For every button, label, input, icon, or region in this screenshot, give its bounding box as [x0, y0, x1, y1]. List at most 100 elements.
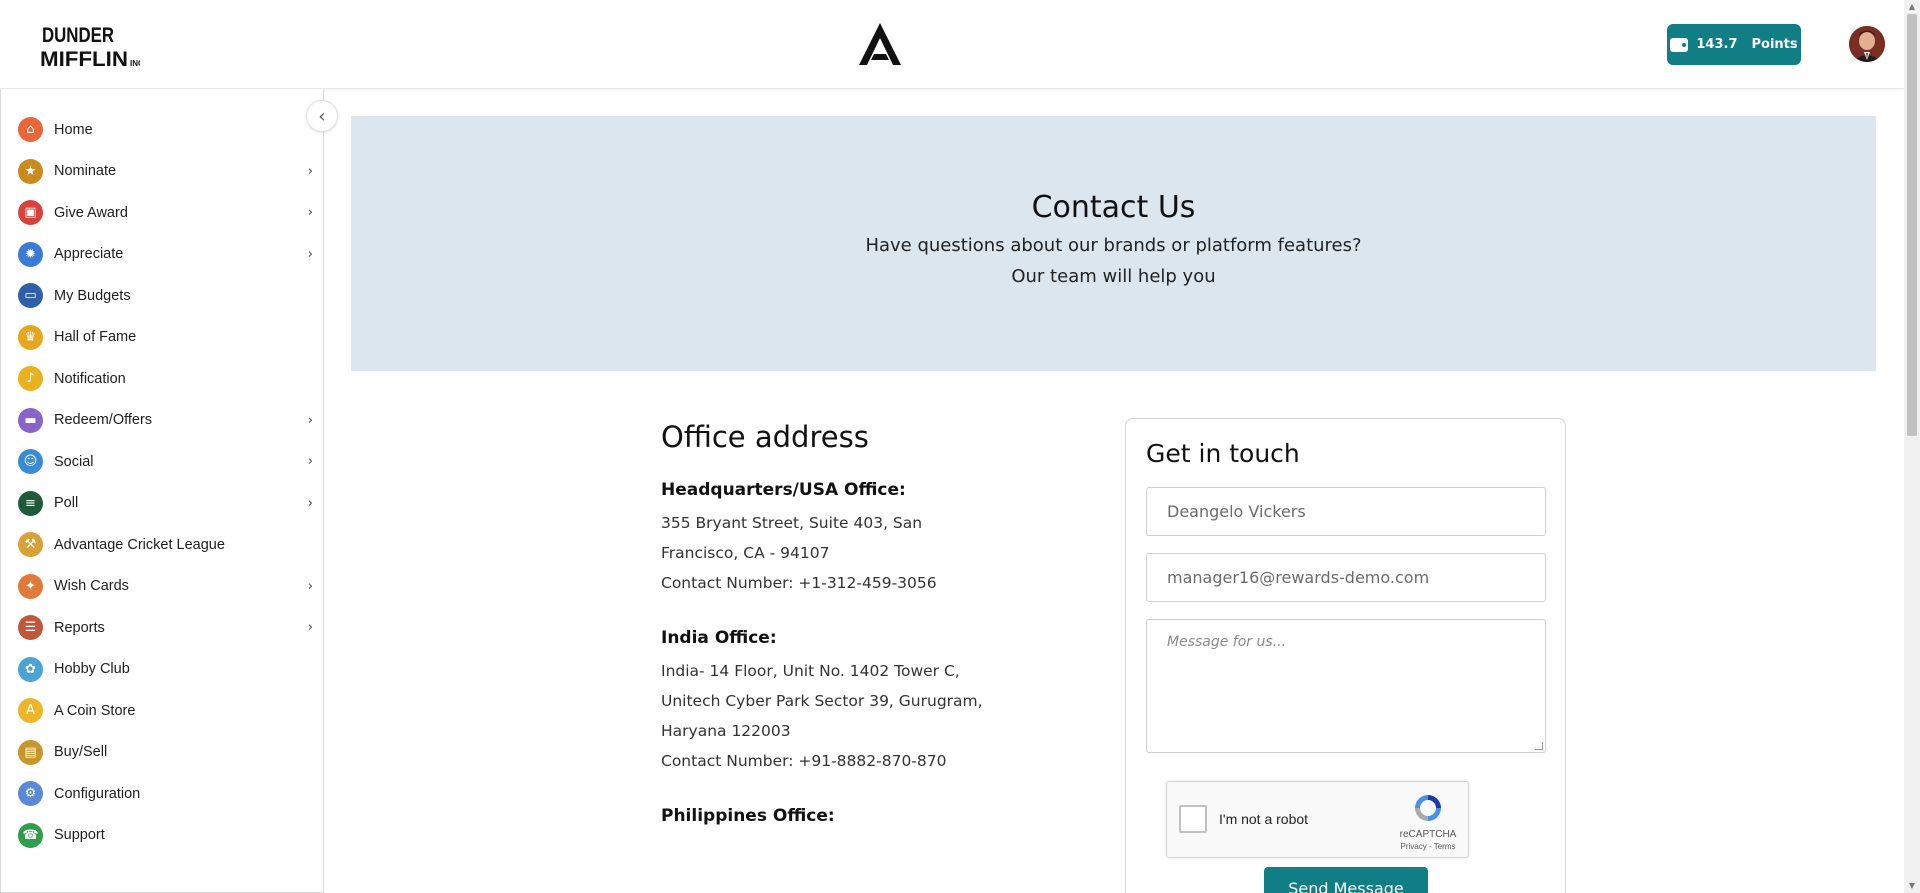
scroll-up-arrow-icon[interactable]: ▲ — [1904, 0, 1920, 14]
party-icon: ✦ — [18, 573, 43, 599]
chevron-right-icon[interactable]: › — [308, 454, 313, 469]
phone-icon: ☎ — [18, 822, 43, 848]
svg-text:MIFFLIN: MIFFLIN — [40, 48, 128, 71]
email-input[interactable]: manager16@rewards-demo.com — [1146, 553, 1546, 602]
hq-address-line1: 355 Bryant Street, Suite 403, San — [661, 514, 923, 532]
resize-handle-icon[interactable] — [1535, 742, 1543, 750]
sidebar-item-label: Configuration — [54, 785, 141, 802]
sidebar-item-hall-of-fame[interactable]: ♛ Hall of Fame — [1, 317, 323, 359]
advantage-logo[interactable] — [856, 20, 904, 68]
sidebar-item-advantage-cricket-league[interactable]: ⚒ Advantage Cricket League — [1, 524, 323, 566]
scroll-down-arrow-icon[interactable]: ▼ — [1904, 879, 1920, 893]
recaptcha-label: I'm not a robot — [1219, 811, 1309, 827]
points-balance-button[interactable]: 143.7 Points — [1667, 24, 1801, 65]
sidebar-item-a-coin-store[interactable]: A A Coin Store — [1, 690, 323, 732]
svg-text:DUNDER: DUNDER — [42, 24, 114, 47]
sidebar-item-label: Buy/Sell — [54, 744, 108, 761]
social-icon: ☺ — [18, 449, 43, 475]
banner-subtitle-line1: Have questions about our brands or platf… — [865, 235, 1362, 256]
get-in-touch-title: Get in touch — [1146, 439, 1300, 468]
sidebar-item-label: Poll — [54, 495, 79, 512]
recaptcha-checkbox[interactable] — [1179, 805, 1207, 833]
contact-banner: Contact Us Have questions about our bran… — [351, 116, 1876, 371]
gift-icon: ▣ — [18, 200, 43, 226]
india-address-line2: Unitech Cyber Park Sector 39, Gurugram, — [661, 692, 983, 710]
chevron-right-icon[interactable]: › — [308, 496, 313, 511]
sidebar-item-hobby-club[interactable]: ✿ Hobby Club — [1, 649, 323, 691]
india-contact-number: Contact Number: +91-8882-870-870 — [661, 752, 947, 770]
sidebar-item-label: Notification — [54, 370, 126, 387]
message-textarea[interactable]: Message for us... — [1146, 619, 1546, 753]
sidebar-item-label: Reports — [54, 619, 105, 636]
bell-icon: ♪ — [18, 366, 43, 392]
wallet-icon — [1670, 37, 1689, 52]
cricket-icon: ⚒ — [18, 532, 43, 558]
chevron-right-icon[interactable]: › — [308, 620, 313, 635]
sidebar-item-my-budgets[interactable]: ▭ My Budgets — [1, 275, 323, 317]
palette-icon: ✿ — [18, 656, 43, 682]
user-avatar[interactable] — [1849, 26, 1885, 62]
send-message-button[interactable]: Send Message — [1264, 867, 1428, 893]
medal-icon: ✹ — [18, 241, 43, 267]
sidebar-item-wish-cards[interactable]: ✦ Wish Cards › — [1, 566, 323, 608]
hq-office-title: Headquarters/USA Office: — [661, 480, 906, 500]
philippines-office-title: Philippines Office: — [661, 806, 835, 826]
crown-icon: ♛ — [18, 324, 43, 350]
sidebar-menu: ⌂ Home ★ Nominate › ▣ Give Award › ✹ Appreciate › ▭… — [1, 109, 323, 856]
clipboard-icon: ☰ — [18, 615, 43, 641]
sidebar-item-redeem-offers[interactable]: ▬ Redeem/Offers › — [1, 400, 323, 442]
chevron-right-icon[interactable]: › — [308, 579, 313, 594]
chevron-left-icon: ‹ — [318, 105, 326, 127]
sidebar-item-configuration[interactable]: ⚙ Configuration — [1, 773, 323, 815]
recaptcha-terms[interactable]: Privacy - Terms — [1393, 842, 1463, 851]
chevron-right-icon[interactable]: › — [308, 205, 313, 220]
sidebar-item-label: Social — [54, 453, 94, 470]
sidebar-item-give-award[interactable]: ▣ Give Award › — [1, 192, 323, 234]
sidebar-item-support[interactable]: ☎ Support — [1, 815, 323, 857]
bag-icon: ▤ — [18, 739, 43, 765]
sidebar-item-notification[interactable]: ♪ Notification — [1, 358, 323, 400]
sidebar-item-label: Support — [54, 827, 105, 844]
poll-icon: ≡ — [18, 490, 43, 516]
sidebar-item-nominate[interactable]: ★ Nominate › — [1, 151, 323, 193]
sidebar-item-label: My Budgets — [54, 287, 131, 304]
contact-form-card: Get in touch Deangelo Vickers manager16@… — [1125, 418, 1566, 893]
sidebar-item-label: Nominate — [54, 163, 117, 180]
sidebar-item-home[interactable]: ⌂ Home — [1, 109, 323, 151]
sidebar-item-poll[interactable]: ≡ Poll › — [1, 483, 323, 525]
chevron-right-icon[interactable]: › — [308, 413, 313, 428]
sidebar-item-label: Redeem/Offers — [54, 412, 153, 429]
collapse-sidebar-button[interactable]: ‹ — [306, 100, 338, 132]
top-header: DUNDER MIFFLIN INC. 143.7 Points — [0, 0, 1904, 89]
chevron-right-icon[interactable]: › — [308, 164, 313, 179]
sidebar-item-label: Hobby Club — [54, 661, 130, 678]
settings-icon: ⚙ — [18, 781, 43, 807]
sidebar-item-label: A Coin Store — [54, 702, 136, 719]
india-address-line1: India- 14 Floor, Unit No. 1402 Tower C, — [661, 662, 960, 680]
sidebar-item-reports[interactable]: ☰ Reports › — [1, 607, 323, 649]
message-placeholder: Message for us... — [1167, 634, 1287, 650]
india-office-title: India Office: — [661, 628, 777, 648]
banner-subtitle-line2: Our team will help you — [1011, 266, 1216, 287]
sidebar-item-label: Appreciate — [54, 246, 124, 263]
name-input[interactable]: Deangelo Vickers — [1146, 487, 1546, 536]
sidebar-item-label: Give Award — [54, 204, 128, 221]
recaptcha-widget: I'm not a robot reCAPTCHA Privacy - Term… — [1166, 781, 1469, 858]
sidebar-item-buy-sell[interactable]: ▤ Buy/Sell — [1, 732, 323, 774]
trophy-icon: ★ — [18, 158, 43, 184]
sidebar-item-label: Hall of Fame — [54, 329, 137, 346]
sidebar-nav: ⌂ Home ★ Nominate › ▣ Give Award › ✹ Appreciate › ▭… — [0, 89, 324, 893]
office-address-section: Office address Headquarters/USA Office: … — [661, 420, 1061, 834]
sidebar-item-label: Wish Cards — [54, 578, 129, 595]
svg-text:INC.: INC. — [130, 59, 140, 68]
dunder-mifflin-logo[interactable]: DUNDER MIFFLIN INC. — [40, 20, 146, 72]
recaptcha-brand: reCAPTCHA — [1399, 829, 1457, 840]
sidebar-item-appreciate[interactable]: ✹ Appreciate › — [1, 234, 323, 276]
chevron-right-icon[interactable]: › — [308, 247, 313, 262]
recaptcha-logo-icon — [1412, 792, 1444, 824]
sidebar-item-social[interactable]: ☺ Social › — [1, 441, 323, 483]
home-icon: ⌂ — [18, 117, 43, 143]
page-title: Contact Us — [1031, 190, 1196, 225]
sidebar-item-label: Advantage Cricket League — [54, 536, 225, 553]
scrollbar-thumb[interactable] — [1907, 14, 1917, 436]
